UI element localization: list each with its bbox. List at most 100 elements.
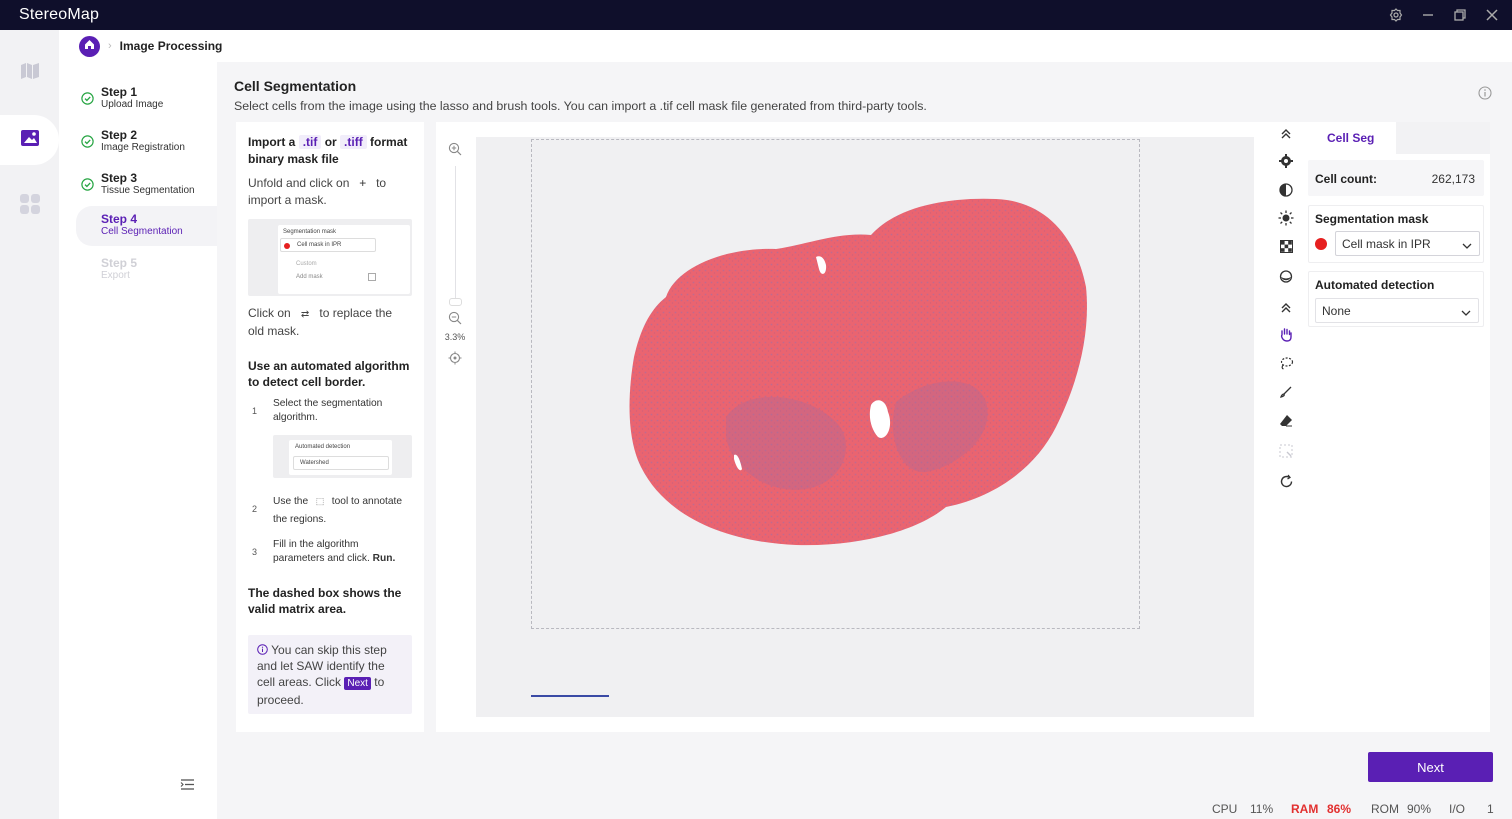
collapse-tools-button[interactable]	[1270, 298, 1302, 322]
step-number: 3	[252, 547, 258, 557]
tool-column	[1270, 122, 1302, 732]
map-icon	[19, 62, 41, 85]
step-item-2[interactable]: Step 2 Image Registration	[76, 126, 217, 166]
brush-tool-button[interactable]	[1270, 382, 1302, 406]
tip-line-3b: to	[374, 675, 385, 689]
hand-icon	[1279, 327, 1293, 347]
zoom-slider-handle[interactable]	[449, 298, 462, 306]
nav-image-button[interactable]	[0, 115, 59, 165]
algo-step-1: Select the segmentation algorithm.	[273, 397, 382, 425]
contrast-button[interactable]	[1270, 180, 1302, 204]
title-bar: StereoMap	[0, 0, 1512, 30]
nav-map-button[interactable]	[0, 48, 59, 98]
cell-count-value: 262,173	[1431, 172, 1475, 186]
collapse-up-button[interactable]	[1270, 124, 1302, 148]
algo-example-screenshot: Automated detection Watershed	[273, 435, 412, 478]
chevron-right-icon: ›	[108, 40, 112, 52]
unfold-text: Unfold and click on	[248, 176, 350, 190]
saturation-button[interactable]	[1270, 266, 1302, 290]
tip-line-2: and let SAW identify the	[257, 659, 385, 673]
image-viewer[interactable]	[474, 122, 1270, 732]
tip-line-4: proceed.	[257, 693, 304, 707]
close-icon[interactable]	[1484, 7, 1500, 23]
step-item-3[interactable]: Step 3 Tissue Segmentation	[76, 169, 217, 209]
select-region-icon: ⬚	[315, 496, 325, 506]
transparency-button[interactable]	[1270, 237, 1302, 261]
cpu-label: CPU	[1212, 802, 1238, 816]
reset-button[interactable]	[1270, 472, 1302, 496]
eraser-icon	[1279, 414, 1293, 432]
zoom-level: 3.3%	[444, 332, 466, 342]
seg-mask-value: Cell mask in IPR	[1342, 236, 1431, 251]
pan-tool-button[interactable]	[1270, 325, 1302, 349]
locate-icon[interactable]	[448, 351, 462, 370]
skip-tip: You can skip this step and let SAW ident…	[248, 635, 412, 714]
next-button[interactable]: Next	[1368, 752, 1493, 782]
import-mask-text: import a mask.	[248, 193, 327, 207]
zoom-slider-track[interactable]	[455, 166, 456, 300]
select-region-icon	[1279, 444, 1293, 463]
import-text: Import a	[248, 135, 296, 149]
next-tag: Next	[344, 677, 371, 690]
io-value: 1	[1487, 802, 1494, 816]
shot-add-text: Add mask	[296, 274, 323, 280]
step-item-4[interactable]: Step 4 Cell Segmentation	[76, 206, 217, 246]
brush-icon	[1279, 385, 1293, 404]
checker-icon	[1279, 240, 1293, 258]
image-canvas[interactable]	[476, 137, 1254, 717]
tiff-tag: .tiff	[340, 135, 367, 149]
cell-seg-panel: Cell Seg Cell count: 262,173 Segmentatio…	[1302, 122, 1490, 732]
seg-mask-select[interactable]: Cell mask in IPR	[1335, 231, 1480, 256]
gear-icon[interactable]	[1388, 7, 1404, 23]
replace-text: Click on	[248, 306, 291, 320]
step-label: Step 1	[101, 85, 138, 99]
format-text: format	[370, 135, 408, 149]
nav-apps-button[interactable]	[0, 181, 59, 231]
step-item-1[interactable]: Step 1 Upload Image	[76, 83, 217, 123]
binary-text: binary mask file	[248, 152, 339, 166]
restore-icon[interactable]	[1452, 7, 1468, 23]
replace-instruction: Click on ⇄ to replace the old mask.	[248, 305, 392, 340]
import-heading: Import a .tif or .tiff format binary mas…	[248, 134, 418, 168]
app-title: StereoMap	[19, 6, 100, 23]
lasso-tool-button[interactable]	[1270, 354, 1302, 378]
chevron-down-icon	[1462, 239, 1472, 253]
io-label: I/O	[1449, 802, 1466, 816]
algo-step-3: Fill in the algorithm parameters and cli…	[273, 538, 395, 566]
mask-color-dot[interactable]	[1315, 238, 1327, 250]
info-icon[interactable]	[1478, 86, 1492, 105]
image-settings-button[interactable]	[1270, 151, 1302, 175]
ram-value: 86%	[1327, 802, 1352, 816]
replace-text-2: to replace the	[319, 306, 393, 320]
page-title: Cell Segmentation	[234, 78, 357, 94]
brightness-button[interactable]	[1270, 208, 1302, 232]
algo-step-1-a: Select the segmentation	[273, 398, 383, 409]
algo-step-3-a: Fill in the algorithm	[273, 539, 359, 550]
collapse-menu-icon[interactable]	[180, 778, 195, 796]
chevron-down-icon	[1461, 306, 1471, 320]
home-button[interactable]	[79, 35, 100, 57]
tif-tag: .tif	[298, 135, 322, 149]
auto-detect-select[interactable]: None	[1315, 298, 1479, 323]
auto-heading-2: to detect cell border.	[248, 375, 366, 389]
check-circle-icon	[81, 135, 94, 153]
replace-text-3: old mask.	[248, 324, 300, 338]
step-number: 1	[252, 406, 258, 416]
shot-custom: Custom	[296, 261, 317, 267]
tip-line-3: cell areas. Click	[257, 675, 342, 689]
or-text: or	[324, 135, 337, 149]
zoom-out-icon[interactable]	[448, 311, 462, 330]
info-icon	[257, 643, 268, 657]
minimize-icon[interactable]	[1420, 7, 1436, 23]
zoom-in-icon[interactable]	[448, 142, 462, 161]
tab-cell-seg[interactable]: Cell Seg	[1302, 122, 1396, 154]
page-description: Select cells from the image using the la…	[234, 99, 927, 113]
step-name: Upload Image	[101, 99, 164, 110]
step-name: Tissue Segmentation	[101, 185, 195, 196]
cell-count-label: Cell count:	[1315, 172, 1377, 186]
step-number: 2	[252, 504, 258, 514]
tip-line-1: You can skip this step	[271, 643, 387, 657]
eraser-tool-button[interactable]	[1270, 411, 1302, 435]
shot2-select: Watershed	[293, 456, 389, 470]
scale-bar	[531, 694, 609, 697]
